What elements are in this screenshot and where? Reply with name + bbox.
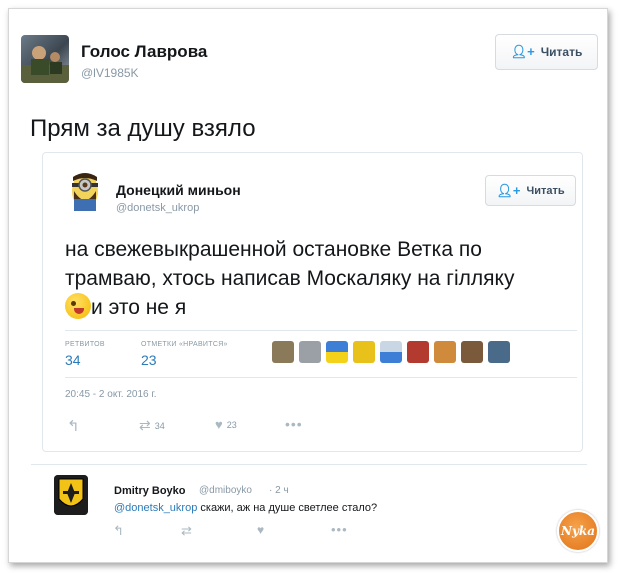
tweet-text: Прям за душу взяло <box>30 115 256 142</box>
author-avatar[interactable] <box>21 35 69 83</box>
liker-avatar-4[interactable] <box>353 341 375 363</box>
liker-avatar-3[interactable] <box>326 341 348 363</box>
reply-author-avatar[interactable] <box>54 475 88 515</box>
author-handle[interactable]: @lV1985K <box>81 66 139 80</box>
liker-avatar-1[interactable] <box>272 341 294 363</box>
reply-retweet-action[interactable]: ⇄ <box>181 523 192 539</box>
nyka-watermark-logo: Nyka <box>557 510 599 552</box>
retweets-label: РЕТВИТОВ <box>65 341 105 348</box>
quoted-text-line-3: и это не я <box>91 296 187 319</box>
retweet-action-count: 34 <box>154 420 165 431</box>
like-action-count: 23 <box>226 419 237 430</box>
reply-arrow-icon: ↰ <box>67 418 80 435</box>
quoted-text-line-1: на свежевыкрашенной остановке Ветка по <box>65 238 482 261</box>
add-user-icon: 👤︎+ <box>496 182 521 198</box>
liker-avatar-8[interactable] <box>461 341 483 363</box>
tweet-card: Голос Лаврова @lV1985K 👤︎+ Читать Прям з… <box>8 8 608 563</box>
liker-avatar-2[interactable] <box>299 341 321 363</box>
retweet-icon: ⇄ <box>181 523 192 538</box>
quoted-author-avatar[interactable] <box>65 169 105 213</box>
retweet-action[interactable]: ⇄ 34 <box>139 417 165 434</box>
liker-avatar-7[interactable] <box>434 341 456 363</box>
heart-icon: ♥ <box>215 417 223 432</box>
retweet-icon: ⇄ <box>139 417 151 433</box>
likes-label: ОТМЕТКИ «НРАВИТСЯ» <box>141 341 228 348</box>
add-user-icon: 👤︎+ <box>510 44 535 59</box>
winking-tongue-face-icon <box>65 293 91 319</box>
reply-more-action[interactable]: ••• <box>331 522 348 537</box>
reply-divider <box>31 464 587 465</box>
author-name[interactable]: Голос Лаврова <box>81 42 207 62</box>
like-action[interactable]: ♥ 23 <box>215 417 237 432</box>
reply-author-name[interactable]: Dmitry Boyko <box>114 485 186 497</box>
more-action[interactable]: ••• <box>285 416 303 432</box>
minion-avatar-icon <box>72 173 98 211</box>
reply-arrow-icon: ↰ <box>113 523 124 538</box>
follow-button[interactable]: 👤︎+ Читать <box>495 34 598 70</box>
reply-mention-link[interactable]: @donetsk_ukrop <box>114 502 197 514</box>
quoted-author-name[interactable]: Донецкий миньон <box>116 182 241 198</box>
quoted-tweet[interactable]: Донецкий миньон @donetsk_ukrop 👤︎+ Читат… <box>42 152 583 452</box>
reply-reply-action[interactable]: ↰ <box>113 523 124 539</box>
quoted-tweet-text: на свежевыкрашенной остановке Ветка по т… <box>65 235 575 322</box>
coat-of-arms-icon <box>54 475 88 515</box>
liker-avatar-5[interactable] <box>380 341 402 363</box>
retweets-count[interactable]: 34 <box>65 352 81 368</box>
quoted-follow-button[interactable]: 👤︎+ Читать <box>485 175 576 206</box>
liker-avatar-9[interactable] <box>488 341 510 363</box>
quoted-author-handle[interactable]: @donetsk_ukrop <box>116 202 199 214</box>
quoted-text-line-2: трамваю, хтось написав Москаляку на гілл… <box>65 267 515 290</box>
stats-divider-top <box>65 330 577 331</box>
more-dots-icon: ••• <box>331 522 348 537</box>
stats-divider-bottom <box>65 377 577 378</box>
quoted-follow-button-label: Читать <box>526 184 565 197</box>
follow-button-label: Читать <box>540 45 583 59</box>
likes-count[interactable]: 23 <box>141 352 157 368</box>
heart-icon: ♥ <box>257 523 265 537</box>
reply-time[interactable]: · 2 ч <box>269 485 289 496</box>
reply-body: скажи, аж на душе светлее стало? <box>197 502 378 514</box>
reply-text: @donetsk_ukrop скажи, аж на душе светлее… <box>114 502 377 514</box>
reply-author-handle[interactable]: @dmiboyko <box>199 485 252 496</box>
more-dots-icon: ••• <box>285 416 303 432</box>
reply-action[interactable]: ↰ <box>67 417 80 435</box>
liker-avatar-6[interactable] <box>407 341 429 363</box>
quoted-text-line-3-wrap: и это не я <box>65 293 575 322</box>
avatar-photo-icon <box>21 46 69 83</box>
reply-like-action[interactable]: ♥ <box>257 523 264 537</box>
tweet-date[interactable]: 20:45 - 2 окт. 2016 г. <box>65 389 157 400</box>
